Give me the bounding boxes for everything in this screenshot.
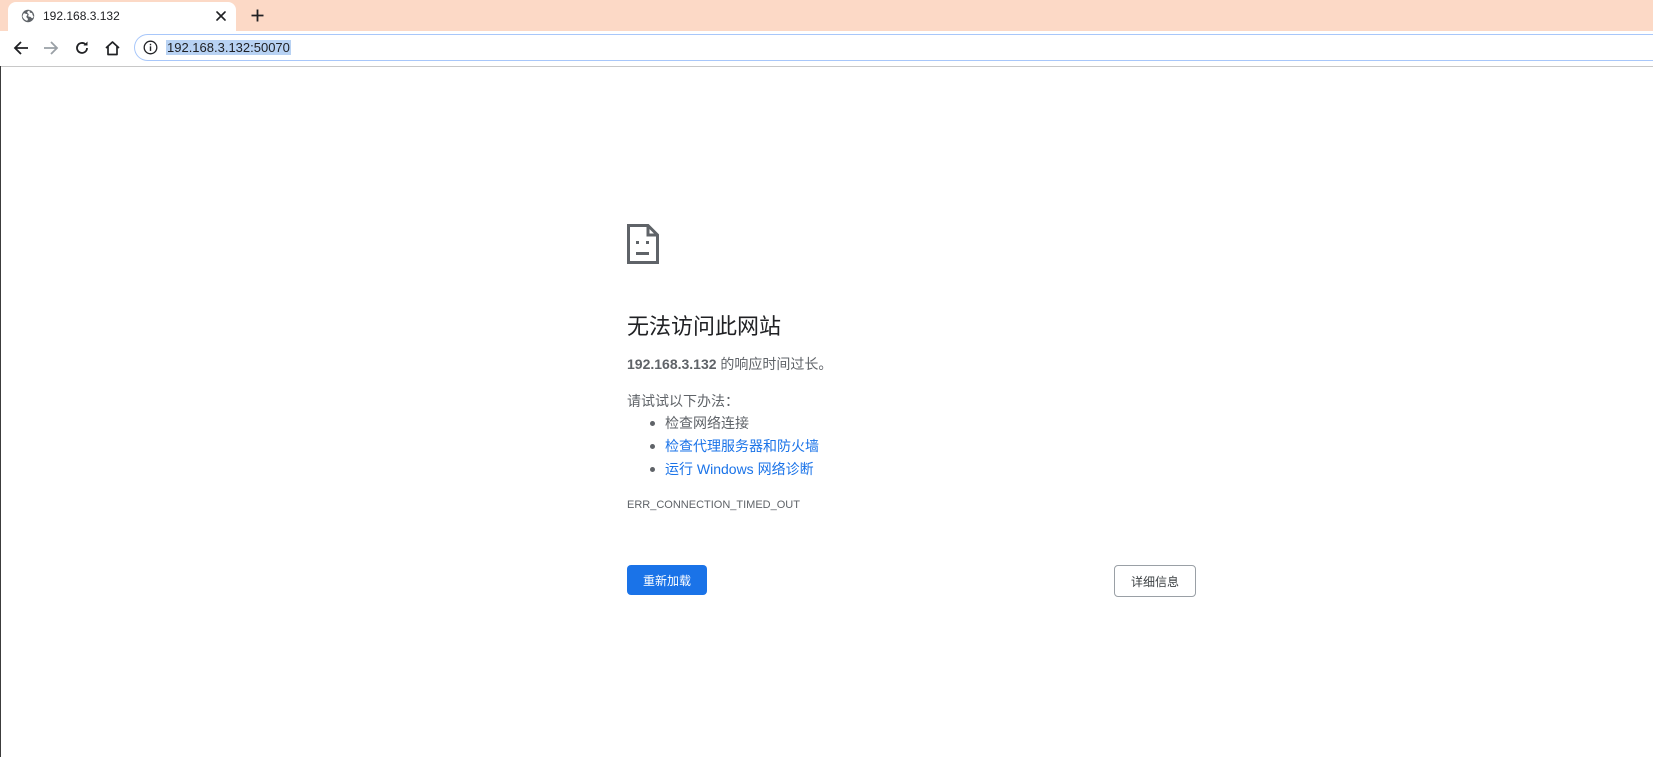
globe-icon <box>21 9 35 23</box>
forward-button[interactable] <box>41 38 61 58</box>
home-button[interactable] <box>102 38 122 58</box>
info-icon[interactable] <box>143 40 158 55</box>
sad-page-icon <box>627 224 659 264</box>
suggestions-intro: 请试试以下办法： <box>627 393 739 409</box>
address-bar[interactable]: 192.168.3.132:50070 <box>134 34 1653 61</box>
error-code: ERR_CONNECTION_TIMED_OUT <box>627 499 800 511</box>
error-host: 192.168.3.132 <box>627 356 717 372</box>
reload-icon <box>76 41 88 54</box>
browser-toolbar: 192.168.3.132:50070 <box>0 31 1653 67</box>
close-icon[interactable] <box>213 8 229 24</box>
suggestion-link-proxy[interactable]: 检查代理服务器和防火墙 <box>665 438 819 454</box>
window-edge <box>0 66 1 757</box>
reload-page-button[interactable]: 重新加载 <box>627 565 707 595</box>
suggestion-link-diagnostics[interactable]: 运行 Windows 网络诊断 <box>665 461 814 477</box>
home-icon <box>104 41 120 56</box>
tab-active[interactable]: 192.168.3.132 <box>8 2 236 31</box>
error-heading: 无法访问此网站 <box>627 314 782 339</box>
error-summary-text: 的响应时间过长。 <box>716 356 833 372</box>
suggestions-list: 检查网络连接 检查代理服务器和防火墙 运行 Windows 网络诊断 <box>627 412 819 481</box>
suggestion-text: 检查网络连接 <box>665 415 749 431</box>
arrow-right-icon <box>44 41 59 55</box>
new-tab-button[interactable] <box>248 6 266 24</box>
plus-icon <box>251 9 263 21</box>
tab-strip: 192.168.3.132 <box>0 0 1653 31</box>
details-button[interactable]: 详细信息 <box>1114 565 1196 597</box>
error-summary: 192.168.3.132 的响应时间过长。 <box>627 354 832 374</box>
tab-title: 192.168.3.132 <box>43 9 120 23</box>
suggestion-check-network: 检查网络连接 <box>650 412 819 435</box>
back-button[interactable] <box>11 38 31 58</box>
suggestion-check-proxy-firewall[interactable]: 检查代理服务器和防火墙 <box>650 435 819 458</box>
arrow-left-icon <box>13 41 28 55</box>
reload-button[interactable] <box>72 38 92 58</box>
suggestion-run-diagnostics[interactable]: 运行 Windows 网络诊断 <box>650 458 819 481</box>
url-text[interactable]: 192.168.3.132:50070 <box>166 40 291 55</box>
